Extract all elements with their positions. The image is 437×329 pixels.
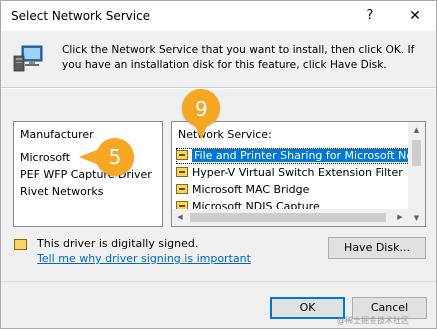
manufacturer-item-rivet[interactable]: Rivet Networks — [20, 184, 103, 199]
watermark: @稀土掘金技术社区 — [337, 316, 409, 325]
step-5-callout: 5 — [79, 138, 134, 176]
close-button[interactable]: ✕ — [402, 5, 428, 27]
driver-signing-link[interactable]: Tell me why driver signing is important — [37, 252, 251, 265]
select-network-service-dialog: Select Network Service ? ✕ Click the Net… — [0, 0, 437, 329]
network-service-list[interactable]: Network Service: File and Printer Sharin… — [171, 121, 426, 227]
step-6-callout: 6 — [182, 89, 220, 139]
signed-driver-icon — [14, 239, 27, 250]
manufacturer-header: Manufacturer — [20, 128, 94, 141]
horizontal-scroll-thumb[interactable] — [190, 213, 386, 222]
service-icon — [176, 184, 188, 194]
title-bar: Select Network Service ? ✕ — [1, 1, 436, 31]
header-divider — [1, 87, 436, 89]
driver-signed-text: This driver is digitally signed. — [37, 237, 199, 250]
scroll-right-arrow-icon[interactable]: ▶ — [392, 209, 408, 226]
vertical-scroll-thumb[interactable] — [412, 140, 421, 166]
manufacturer-list[interactable]: Manufacturer Microsoft PEF WFP Capture D… — [13, 121, 163, 227]
service-icon — [176, 167, 188, 177]
scroll-down-arrow-icon[interactable]: ▼ — [408, 210, 425, 226]
network-adapter-icon — [13, 45, 43, 72]
step-6-number: 6 — [194, 96, 208, 120]
service-item-mac-bridge[interactable]: Microsoft MAC Bridge — [176, 182, 416, 198]
ok-button[interactable]: OK — [270, 297, 345, 319]
horizontal-scrollbar[interactable]: ◀ ▶ — [172, 209, 408, 226]
vertical-scrollbar[interactable]: ▲ ▼ — [408, 122, 425, 226]
footer-divider — [1, 281, 436, 282]
service-label: Hyper-V Virtual Switch Extension Filter — [192, 166, 403, 179]
dialog-title: Select Network Service — [11, 9, 151, 23]
service-icon — [176, 150, 188, 160]
header-instructions: Click the Network Service that you want … — [62, 44, 415, 71]
have-disk-button[interactable]: Have Disk... — [328, 237, 426, 259]
service-item-hyperv-filter[interactable]: Hyper-V Virtual Switch Extension Filter — [176, 165, 416, 181]
step-5-number: 5 — [108, 145, 122, 169]
manufacturer-item-pef-wfp[interactable]: PEF WFP Capture Driver — [20, 167, 152, 182]
service-item-file-printer-sharing[interactable]: File and Printer Sharing for Microsoft N… — [176, 148, 425, 164]
scroll-up-arrow-icon[interactable]: ▲ — [408, 122, 425, 138]
service-label: Microsoft MAC Bridge — [192, 183, 310, 196]
help-button[interactable]: ? — [357, 5, 383, 27]
scroll-left-arrow-icon[interactable]: ◀ — [172, 209, 188, 226]
service-label: File and Printer Sharing for Microsoft N… — [192, 149, 425, 162]
manufacturer-item-microsoft[interactable]: Microsoft — [20, 150, 70, 165]
